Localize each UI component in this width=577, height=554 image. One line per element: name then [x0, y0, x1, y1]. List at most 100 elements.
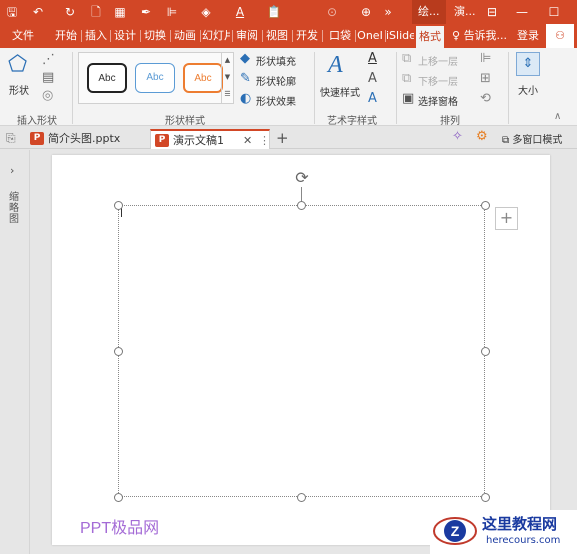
tab-separator [322, 30, 323, 42]
table-icon[interactable]: ▦ [112, 3, 128, 21]
shape-style-orange[interactable]: Abc [183, 63, 223, 93]
font-color-icon[interactable]: A [232, 3, 248, 21]
resize-handle-e[interactable] [481, 347, 490, 356]
text-outline-icon[interactable]: A [368, 72, 377, 86]
new-document-icon[interactable]: 🗋 [88, 3, 104, 21]
tab-format[interactable]: 格式 [416, 26, 444, 48]
edit-shape-icon[interactable]: ⋰ [42, 53, 55, 67]
shape-fill-icon[interactable]: ◆ [240, 52, 250, 66]
site-logo-name: 这里教程网 [482, 515, 558, 533]
size-icon[interactable]: ⇕ [516, 52, 540, 76]
tab-developer[interactable]: 开发 [294, 24, 320, 48]
paste-icon[interactable]: 📋 [266, 3, 282, 21]
resize-handle-s[interactable] [297, 493, 306, 502]
bring-forward-icon[interactable]: ⧉ [402, 52, 411, 66]
eyedropper-icon[interactable]: ✒ [138, 3, 154, 21]
tell-me-label: 告诉我... [463, 29, 508, 42]
tab-transitions[interactable]: 切换 [142, 24, 168, 48]
expand-pane-icon[interactable]: › [10, 164, 14, 177]
shape-style-blue[interactable]: Abc [135, 63, 175, 93]
tab-pocket[interactable]: 口袋 [326, 24, 354, 48]
tab-separator [81, 30, 82, 42]
shapes-icon[interactable]: ⬠ [8, 54, 27, 76]
shape-effect-button[interactable]: 形状效果 [256, 93, 296, 108]
shape-outline-icon[interactable]: ✎ [240, 72, 251, 86]
shapes-button-label[interactable]: 形状 [9, 82, 29, 97]
settings-icon[interactable]: ⚙ [476, 130, 488, 144]
gallery-more-icon[interactable]: ☰ [222, 86, 233, 103]
doc-tab-intro[interactable]: P 简介头图.pptx [26, 129, 148, 149]
shape-outline-button[interactable]: 形状轮廓 [256, 73, 296, 88]
resize-handle-ne[interactable] [481, 201, 490, 210]
layout-options-icon[interactable]: + [495, 207, 518, 230]
more-commands-icon[interactable]: ⊙ [324, 3, 340, 21]
text-effects-icon[interactable]: A [368, 92, 377, 106]
selected-shape[interactable] [118, 205, 485, 497]
doc-tab-presentation1[interactable]: P 演示文稿1 ✕ ⋮ [150, 129, 270, 149]
group-separator [396, 52, 397, 124]
close-icon[interactable]: ✕ [243, 131, 252, 151]
tab-insert[interactable]: 插入 [83, 24, 109, 48]
tab-onekey[interactable]: OneI [356, 24, 384, 48]
shape-fill-icon[interactable]: ◈ [198, 3, 214, 21]
send-backward-button[interactable]: 下移一层 [418, 73, 458, 88]
tab-menu-icon[interactable]: ⋮ [259, 131, 270, 151]
resize-handle-w[interactable] [114, 347, 123, 356]
quick-styles-button[interactable]: 快速样式 [320, 84, 360, 99]
shape-styles-gallery: Abc Abc Abc [78, 52, 234, 104]
tab-home[interactable]: 开始 [52, 24, 80, 48]
group-objects-icon[interactable]: ⊞ [480, 72, 491, 86]
shape-effect-icon[interactable]: ◐ [240, 92, 251, 106]
size-button[interactable]: 大小 [518, 82, 538, 97]
tell-me-search[interactable]: ♀ 告诉我... [452, 24, 514, 48]
merge-shapes-icon[interactable]: ◎ [42, 89, 53, 103]
tab-view[interactable]: 视图 [264, 24, 290, 48]
resize-handle-nw[interactable] [114, 201, 123, 210]
thumbnail-pane-label[interactable]: 缩略图 [9, 192, 21, 225]
multi-window-button[interactable]: ⧉ 多窗口模式 [502, 131, 562, 146]
gallery-scroll[interactable]: ▲ ▼ ☰ [221, 52, 233, 104]
resize-handle-sw[interactable] [114, 493, 123, 502]
title-tab-presenter[interactable]: 演... [448, 0, 482, 24]
share-icon[interactable]: ⚇ [546, 24, 574, 48]
resize-handle-se[interactable] [481, 493, 490, 502]
new-tab-icon[interactable]: ⎘ [6, 131, 16, 145]
selection-pane-button[interactable]: 选择窗格 [418, 93, 458, 108]
screenshot-icon[interactable]: ⊕ [358, 3, 374, 21]
login-link[interactable]: 登录 [514, 24, 542, 48]
redo-icon[interactable]: ↻ [62, 3, 78, 21]
tab-islide[interactable]: iSlide [386, 24, 414, 48]
tab-review[interactable]: 审阅 [234, 24, 260, 48]
gallery-down-icon[interactable]: ▼ [222, 69, 233, 86]
quick-styles-icon[interactable]: A [328, 52, 343, 78]
text-fill-icon[interactable]: A [368, 52, 377, 66]
rotate-objects-icon[interactable]: ⟲ [480, 92, 491, 106]
tab-animations[interactable]: 动画 [172, 24, 198, 48]
minimize-button[interactable]: — [508, 0, 536, 24]
customize-toolbar-icon[interactable]: » [380, 3, 396, 21]
ribbon-display-icon[interactable]: ⊟ [478, 0, 506, 24]
islide-icon[interactable]: ✧ [452, 130, 463, 144]
tab-file[interactable]: 文件 [6, 24, 40, 48]
align-icon[interactable]: ⊫ [164, 3, 180, 21]
gallery-up-icon[interactable]: ▲ [222, 52, 233, 69]
title-tab-drawing[interactable]: 绘... [412, 0, 446, 24]
text-box-icon[interactable]: ▤ [42, 71, 54, 85]
shape-fill-button[interactable]: 形状填充 [256, 53, 296, 68]
send-backward-icon[interactable]: ⧉ [402, 72, 411, 86]
add-tab-button[interactable]: + [276, 129, 289, 147]
maximize-button[interactable]: ☐ [540, 0, 568, 24]
align-objects-icon[interactable]: ⊫ [480, 52, 491, 66]
resize-handle-n[interactable] [297, 201, 306, 210]
rotate-handle-icon[interactable]: ⟳ [293, 169, 311, 187]
selection-pane-icon[interactable]: ▣ [402, 92, 414, 106]
site-logo: Z 这里教程网 herecours.com [430, 510, 577, 554]
save-icon[interactable]: 🖫 [4, 3, 20, 21]
collapse-ribbon-icon[interactable]: ∧ [554, 110, 561, 124]
tab-slideshow[interactable]: 幻灯片 [202, 24, 230, 48]
tab-separator [292, 30, 293, 42]
undo-icon[interactable]: ↶ [30, 3, 46, 21]
shape-style-dark[interactable]: Abc [87, 63, 127, 93]
bring-forward-button[interactable]: 上移一层 [418, 53, 458, 68]
tab-design[interactable]: 设计 [112, 24, 138, 48]
